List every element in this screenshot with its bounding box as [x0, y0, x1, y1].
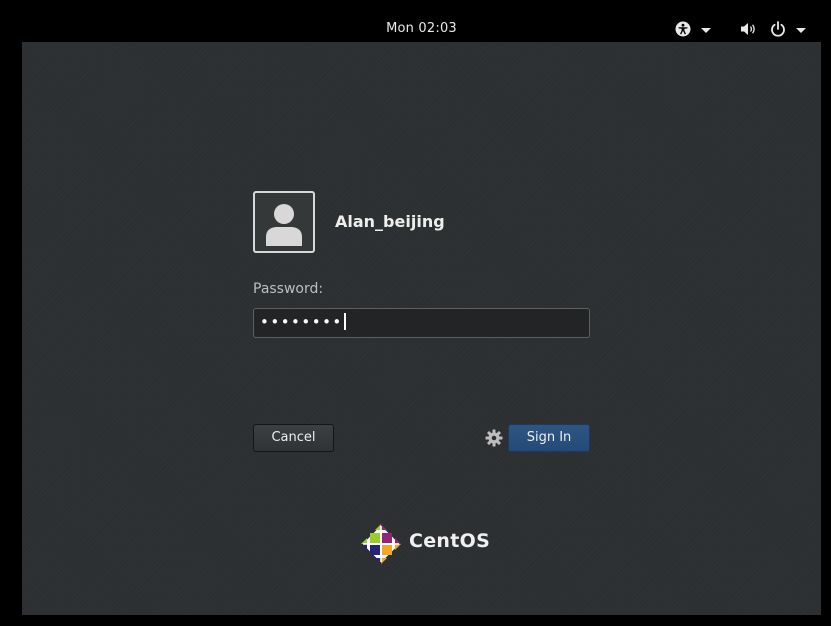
volume-icon[interactable]	[740, 21, 758, 37]
cancel-button[interactable]: Cancel	[253, 424, 334, 452]
top-bar: Mon 02:03	[22, 16, 821, 42]
login-screen: Mon 02:03 Alan_beijing Password: •••••••…	[22, 16, 821, 615]
power-icon[interactable]	[770, 21, 786, 37]
chevron-down-icon[interactable]	[796, 23, 806, 39]
chevron-down-icon[interactable]	[701, 23, 711, 39]
sign-in-button[interactable]: Sign In	[508, 424, 590, 452]
user-avatar-icon	[266, 204, 302, 246]
centos-logo-text: CentOS	[409, 530, 491, 552]
text-cursor	[343, 313, 346, 330]
gear-icon[interactable]	[485, 429, 503, 447]
user-avatar[interactable]	[253, 191, 315, 253]
username-label: Alan_beijing	[335, 212, 445, 231]
password-masked-value: ••••••••	[260, 313, 343, 331]
centos-logo-icon	[361, 524, 401, 564]
password-field[interactable]: ••••••••	[253, 308, 590, 338]
password-label: Password:	[253, 281, 324, 297]
accessibility-icon[interactable]	[674, 21, 692, 37]
